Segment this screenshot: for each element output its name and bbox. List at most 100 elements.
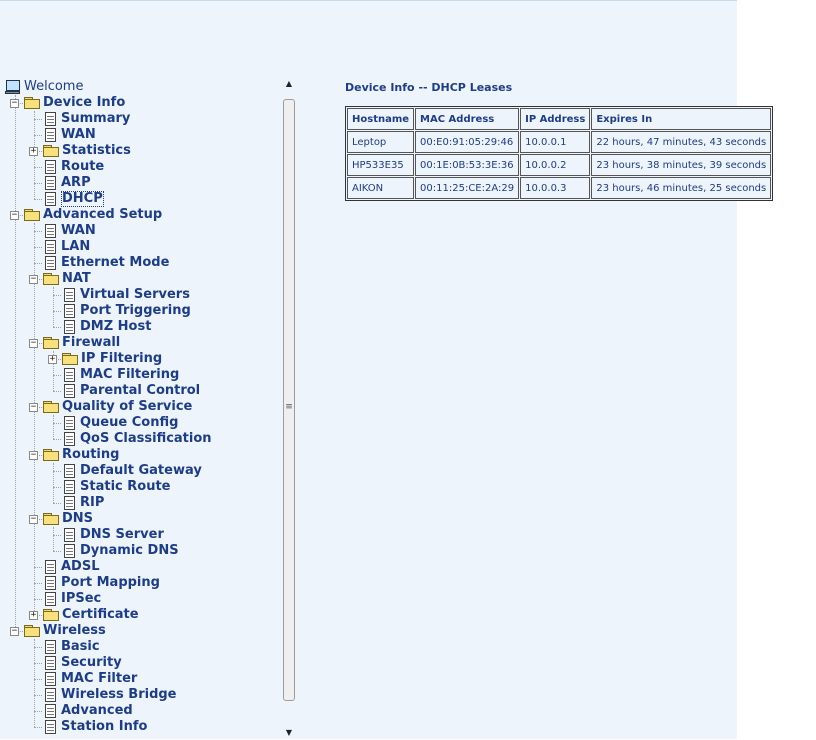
tree-item-ethernet-mode[interactable]: Ethernet Mode	[43, 255, 169, 271]
tree-item-mac-filtering[interactable]: MAC Filtering	[62, 367, 179, 383]
tree-connector-line	[34, 567, 42, 568]
tree-item-label[interactable]: Device Info	[43, 95, 125, 111]
expand-icon[interactable]: +	[29, 147, 38, 156]
tree-item-statistics[interactable]: Statistics	[43, 143, 131, 159]
collapse-icon[interactable]: −	[10, 627, 19, 636]
tree-item-label[interactable]: Quality of Service	[62, 399, 192, 415]
tree-item-virtual-servers[interactable]: Virtual Servers	[62, 287, 190, 303]
tree-item-security[interactable]: Security	[43, 655, 122, 671]
tree-item-label[interactable]: Firewall	[62, 335, 120, 351]
tree-item-parental-control[interactable]: Parental Control	[62, 383, 200, 399]
tree-item-label[interactable]: DHCP	[61, 191, 104, 207]
tree-item-label[interactable]: WAN	[61, 223, 96, 239]
tree-item-certificate[interactable]: Certificate	[43, 607, 139, 623]
tree-item-label[interactable]: Wireless Bridge	[61, 687, 177, 703]
tree-item-label[interactable]: Wireless	[43, 623, 106, 639]
tree-item-advanced-setup[interactable]: Advanced Setup	[24, 207, 162, 223]
tree-item-default-gateway[interactable]: Default Gateway	[62, 463, 202, 479]
tree-item-dhcp[interactable]: DHCP	[43, 191, 104, 207]
tree-item-label[interactable]: IP Filtering	[81, 351, 162, 367]
tree-item-port-mapping[interactable]: Port Mapping	[43, 575, 160, 591]
tree-item-wireless[interactable]: Wireless	[24, 623, 106, 639]
tree-item-label[interactable]: Port Triggering	[80, 303, 191, 319]
tree-item-quality-of-service[interactable]: Quality of Service	[43, 399, 192, 415]
tree-item-label[interactable]: DMZ Host	[80, 319, 151, 335]
tree-item-label[interactable]: Dynamic DNS	[80, 543, 179, 559]
tree-item-label[interactable]: Basic	[61, 639, 100, 655]
tree-item-nat[interactable]: NAT	[43, 271, 91, 287]
tree-item-dmz-host[interactable]: DMZ Host	[62, 319, 151, 335]
tree-item-mac-filter[interactable]: MAC Filter	[43, 671, 137, 687]
tree-item-adsl[interactable]: ADSL	[43, 559, 100, 575]
tree-item-label[interactable]: Welcome	[24, 79, 83, 95]
expand-icon[interactable]: +	[29, 611, 38, 620]
tree-item-label[interactable]: DNS	[62, 511, 93, 527]
collapse-icon[interactable]: −	[29, 275, 38, 284]
tree-item-label[interactable]: Default Gateway	[80, 463, 202, 479]
tree-item-port-triggering[interactable]: Port Triggering	[62, 303, 191, 319]
tree-item-label[interactable]: MAC Filter	[61, 671, 137, 687]
tree-item-label[interactable]: MAC Filtering	[80, 367, 179, 383]
tree-item-label[interactable]: Routing	[62, 447, 119, 463]
tree-item-label[interactable]: Route	[61, 159, 104, 175]
tree-item-label[interactable]: LAN	[61, 239, 90, 255]
tree-item-label[interactable]: Parental Control	[80, 383, 200, 399]
tree-item-routing[interactable]: Routing	[43, 447, 119, 463]
tree-item-label[interactable]: Advanced Setup	[43, 207, 162, 223]
tree-item-label[interactable]: Advanced	[61, 703, 133, 719]
tree-item-rip[interactable]: RIP	[62, 495, 104, 511]
tree-item-lan[interactable]: LAN	[43, 239, 90, 255]
expand-icon[interactable]: +	[48, 355, 57, 364]
tree-item-label[interactable]: NAT	[62, 271, 91, 287]
tree-item-device-info[interactable]: Device Info	[24, 95, 125, 111]
tree-scrollbar[interactable]: ▲ ≡ ▼	[281, 77, 297, 740]
tree-item-label[interactable]: Summary	[61, 111, 130, 127]
tree-item-label[interactable]: Station Info	[61, 719, 147, 735]
tree-item-label[interactable]: Ethernet Mode	[61, 255, 169, 271]
tree-item-wan[interactable]: WAN	[43, 127, 96, 143]
tree-item-route[interactable]: Route	[43, 159, 104, 175]
tree-item-dynamic-dns[interactable]: Dynamic DNS	[62, 543, 179, 559]
tree-item-label[interactable]: Virtual Servers	[80, 287, 190, 303]
tree-item-firewall[interactable]: Firewall	[43, 335, 120, 351]
tree-item-label[interactable]: Certificate	[62, 607, 139, 623]
tree-item-static-route[interactable]: Static Route	[62, 479, 170, 495]
tree-item-label[interactable]: Port Mapping	[61, 575, 160, 591]
tree-item-summary[interactable]: Summary	[43, 111, 130, 127]
tree-item-ipsec[interactable]: IPSec	[43, 591, 101, 607]
tree-item-queue-config[interactable]: Queue Config	[62, 415, 178, 431]
scroll-down-arrow-icon[interactable]: ▼	[281, 726, 297, 740]
folder-icon	[24, 209, 40, 221]
tree-item-dns[interactable]: DNS	[43, 511, 93, 527]
tree-item-welcome[interactable]: Welcome	[5, 79, 83, 95]
collapse-icon[interactable]: −	[10, 99, 19, 108]
tree-item-label[interactable]: Statistics	[62, 143, 131, 159]
collapse-icon[interactable]: −	[29, 451, 38, 460]
tree-item-basic[interactable]: Basic	[43, 639, 100, 655]
tree-item-label[interactable]: Static Route	[80, 479, 170, 495]
tree-item-ip-filtering[interactable]: IP Filtering	[62, 351, 162, 367]
collapse-icon[interactable]: −	[29, 403, 38, 412]
tree-connector-line	[34, 695, 42, 696]
tree-item-arp[interactable]: ARP	[43, 175, 91, 191]
tree-item-label[interactable]: QoS Classification	[80, 431, 212, 447]
collapse-icon[interactable]: −	[29, 339, 38, 348]
tree-item-label[interactable]: ADSL	[61, 559, 100, 575]
tree-item-label[interactable]: RIP	[80, 495, 104, 511]
tree-item-wan[interactable]: WAN	[43, 223, 96, 239]
tree-item-wireless-bridge[interactable]: Wireless Bridge	[43, 687, 177, 703]
tree-item-label[interactable]: DNS Server	[80, 527, 164, 543]
collapse-icon[interactable]: −	[10, 211, 19, 220]
tree-item-dns-server[interactable]: DNS Server	[62, 527, 164, 543]
tree-item-label[interactable]: WAN	[61, 127, 96, 143]
tree-item-label[interactable]: ARP	[61, 175, 91, 191]
tree-item-advanced[interactable]: Advanced	[43, 703, 133, 719]
tree-item-label[interactable]: Queue Config	[80, 415, 178, 431]
scrollbar-thumb[interactable]: ≡	[283, 99, 295, 701]
tree-item-label[interactable]: IPSec	[61, 591, 101, 607]
scroll-up-arrow-icon[interactable]: ▲	[281, 77, 297, 91]
tree-item-label[interactable]: Security	[61, 655, 122, 671]
tree-item-station-info[interactable]: Station Info	[43, 719, 147, 735]
tree-item-qos-classification[interactable]: QoS Classification	[62, 431, 212, 447]
collapse-icon[interactable]: −	[29, 515, 38, 524]
